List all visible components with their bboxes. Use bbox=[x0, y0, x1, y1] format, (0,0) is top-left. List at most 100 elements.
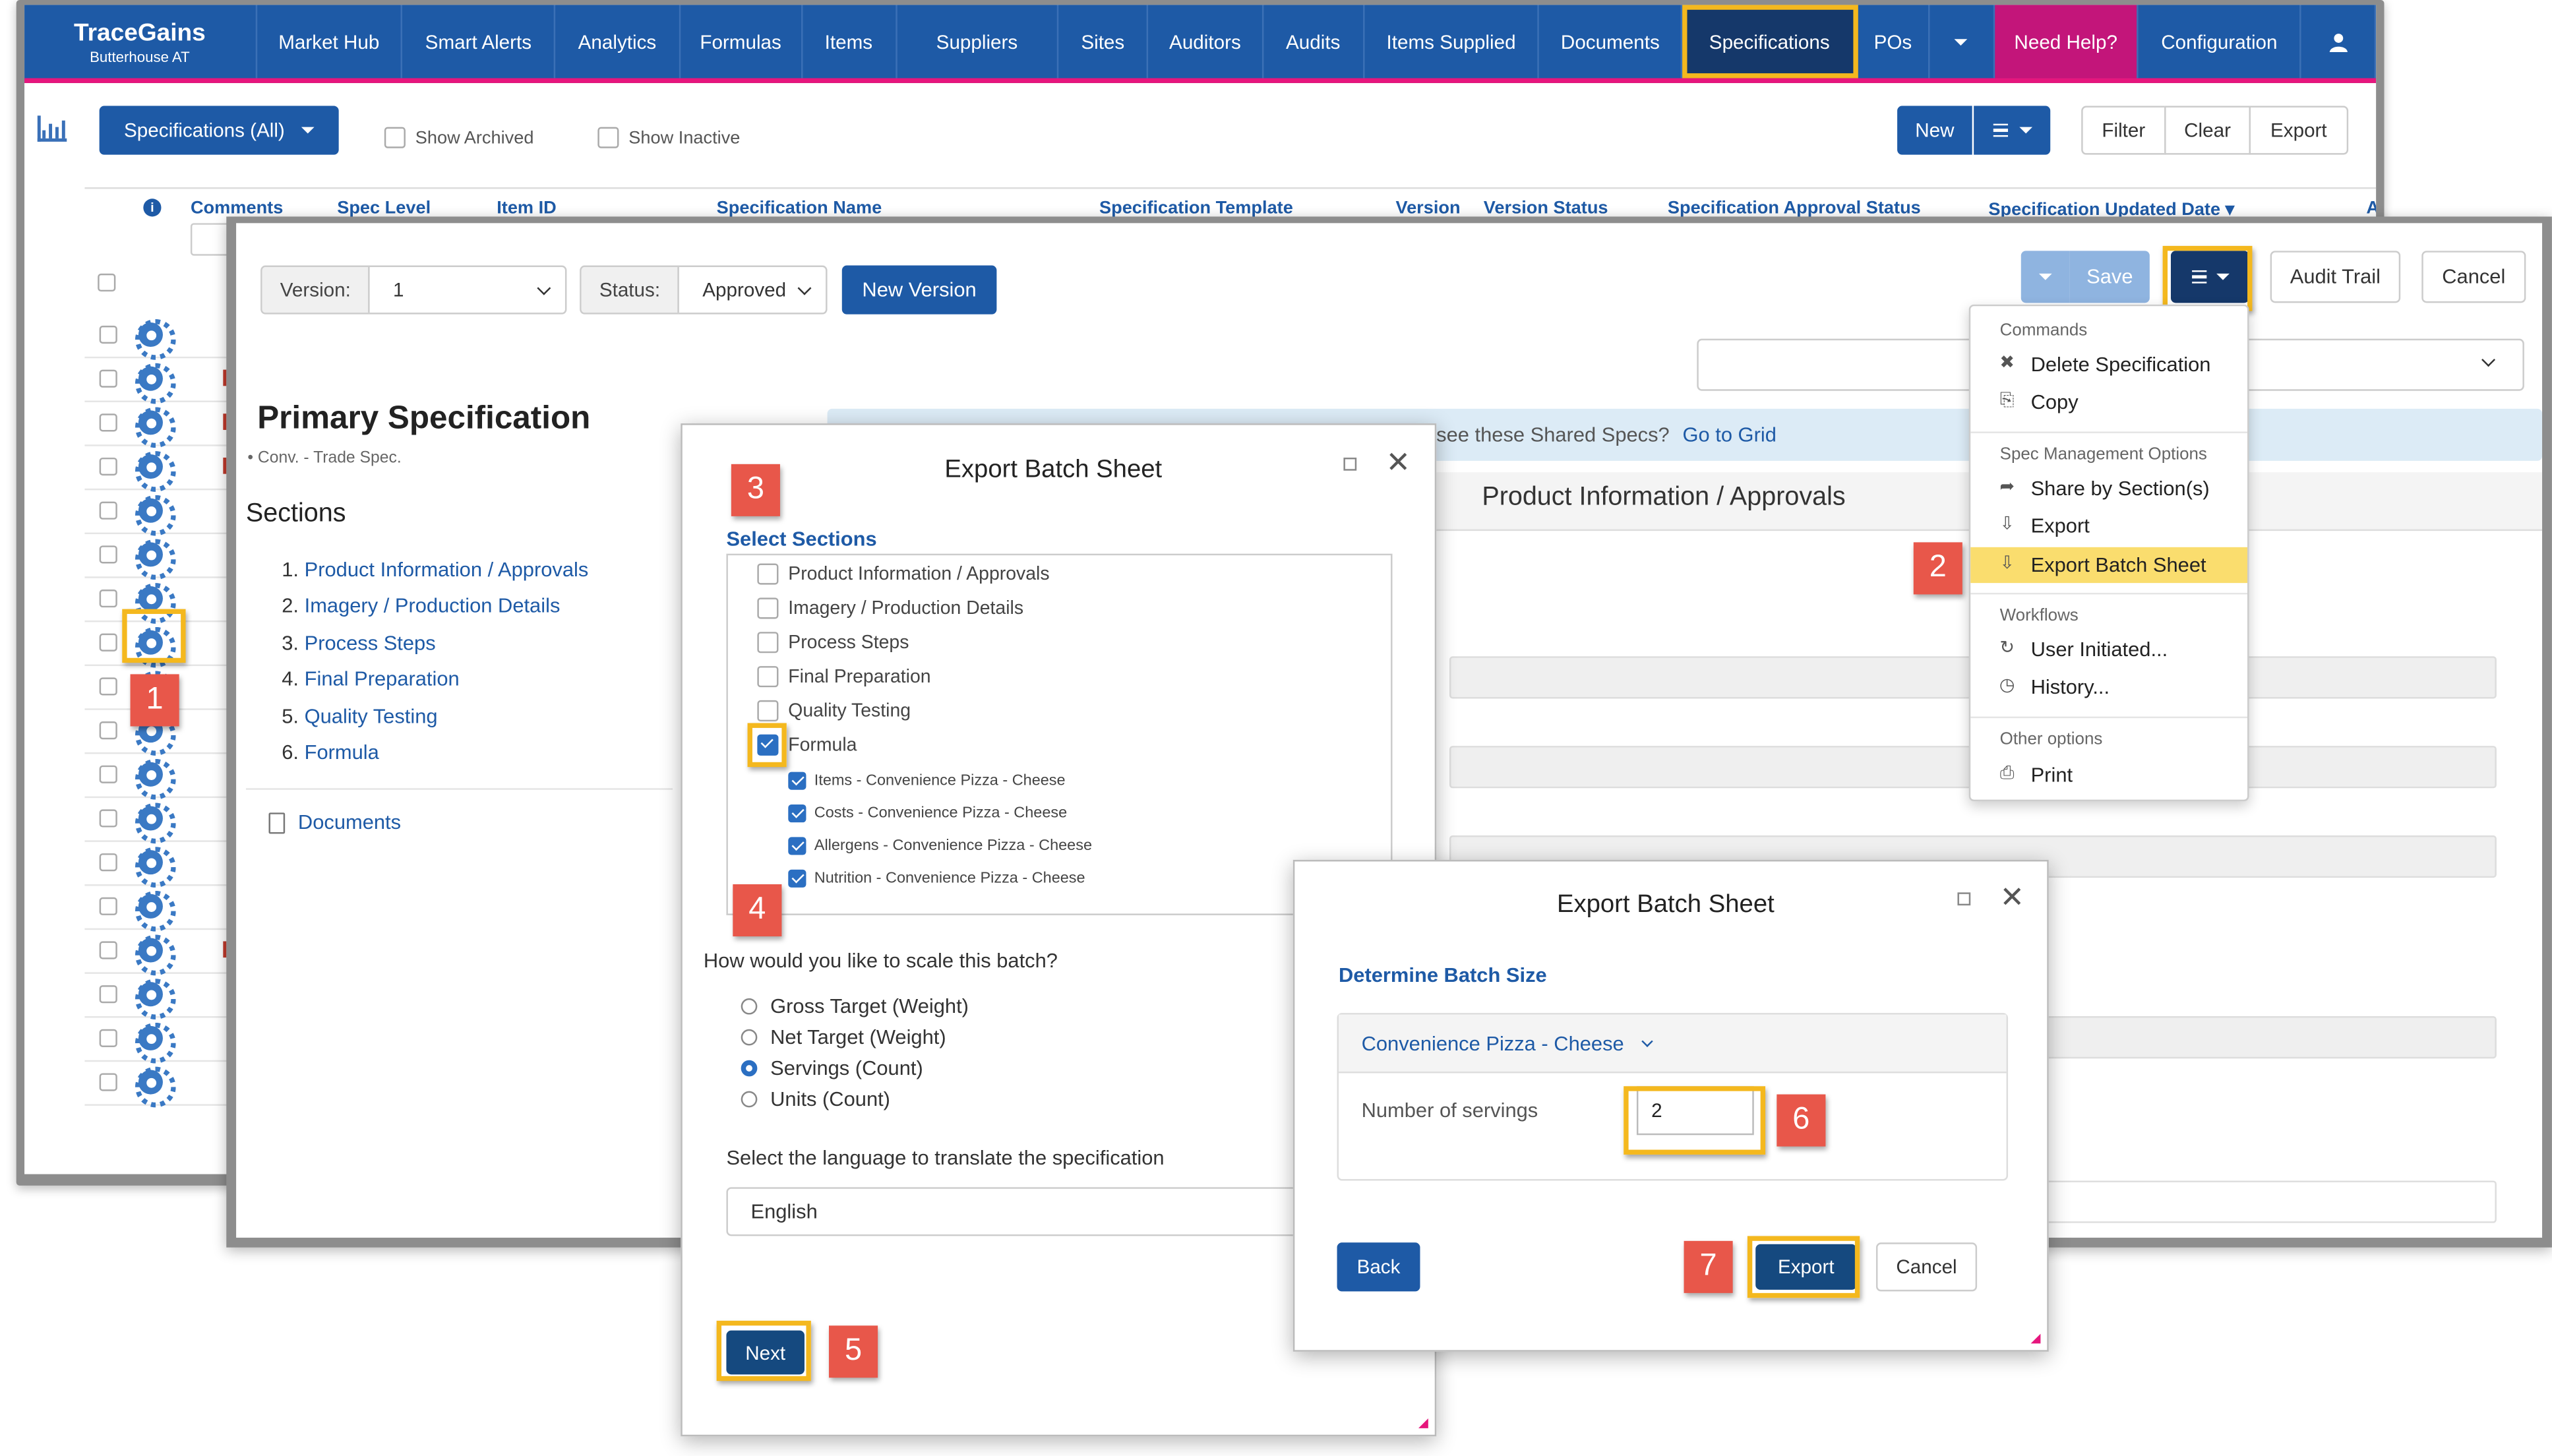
select-all-checkbox-box[interactable] bbox=[98, 273, 116, 292]
gear-icon[interactable] bbox=[135, 847, 176, 888]
go-to-grid-link[interactable]: Go to Grid bbox=[1682, 423, 1776, 446]
sub-checkbox-checked[interactable] bbox=[788, 772, 806, 790]
select-all-checkbox[interactable] bbox=[98, 270, 116, 299]
table-row[interactable] bbox=[84, 315, 231, 360]
column-item-id[interactable]: Item ID bbox=[497, 198, 557, 218]
menu-item-export-batch-sheet[interactable]: ⇩ Export Batch Sheet bbox=[1970, 547, 2248, 584]
nav-sites[interactable]: Sites bbox=[1059, 5, 1149, 78]
gear-icon[interactable] bbox=[135, 539, 176, 580]
new-options-button[interactable] bbox=[1974, 106, 2051, 155]
sub-checkbox-checked[interactable] bbox=[788, 869, 806, 888]
section-checkbox[interactable] bbox=[757, 597, 779, 619]
nav-formulas[interactable]: Formulas bbox=[681, 5, 803, 78]
row-checkbox[interactable] bbox=[99, 765, 117, 783]
section-option-quality-testing[interactable]: Quality Testing bbox=[757, 700, 911, 722]
show-archived-checkbox[interactable] bbox=[384, 127, 406, 148]
row-checkbox[interactable] bbox=[99, 633, 117, 652]
section-link-product-information[interactable]: 1. Product Information / Approvals bbox=[282, 559, 588, 595]
section-link-final-preparation[interactable]: 4. Final Preparation bbox=[282, 668, 588, 704]
table-row[interactable] bbox=[84, 446, 231, 492]
section-checkbox[interactable] bbox=[757, 700, 779, 722]
row-checkbox[interactable] bbox=[99, 545, 117, 564]
table-row[interactable] bbox=[84, 974, 231, 1019]
back-button[interactable]: Back bbox=[1337, 1242, 1420, 1292]
column-specification-name[interactable]: Specification Name bbox=[717, 198, 882, 218]
save-options-button[interactable] bbox=[2020, 251, 2070, 303]
resize-handle-icon[interactable] bbox=[2030, 1333, 2041, 1344]
version-selector[interactable]: Version: 1 bbox=[260, 265, 567, 315]
nav-auditors[interactable]: Auditors bbox=[1148, 5, 1264, 78]
new-version-button[interactable]: New Version bbox=[841, 265, 997, 315]
close-icon[interactable]: ✕ bbox=[2000, 883, 2024, 912]
status-selector[interactable]: Status: Approved bbox=[580, 265, 828, 315]
radio-button[interactable] bbox=[741, 998, 758, 1015]
gear-icon[interactable] bbox=[135, 890, 176, 932]
table-row[interactable] bbox=[84, 402, 231, 448]
column-approval-status[interactable]: Specification Approval Status bbox=[1668, 198, 1921, 218]
section-checkbox[interactable] bbox=[757, 632, 779, 653]
scale-option-servings[interactable]: Servings (Count) bbox=[741, 1057, 923, 1079]
radio-button-selected[interactable] bbox=[741, 1060, 758, 1077]
column-a[interactable]: A bbox=[2366, 198, 2376, 218]
sub-option-costs[interactable]: Costs - Convenience Pizza - Cheese bbox=[788, 804, 1067, 823]
maximize-icon[interactable] bbox=[1957, 892, 1971, 906]
nav-more-dropdown[interactable] bbox=[1929, 5, 1995, 78]
table-row[interactable] bbox=[84, 534, 231, 580]
sub-checkbox-checked[interactable] bbox=[788, 837, 806, 855]
row-checkbox[interactable] bbox=[99, 457, 117, 476]
table-row[interactable] bbox=[84, 842, 231, 888]
row-checkbox[interactable] bbox=[99, 413, 117, 432]
sub-checkbox-checked[interactable] bbox=[788, 804, 806, 823]
nav-user-profile[interactable] bbox=[2301, 5, 2377, 78]
nav-smart-alerts[interactable]: Smart Alerts bbox=[403, 5, 556, 78]
section-option-imagery[interactable]: Imagery / Production Details bbox=[757, 597, 1023, 619]
scale-option-units[interactable]: Units (Count) bbox=[741, 1088, 890, 1110]
nav-documents[interactable]: Documents bbox=[1540, 5, 1683, 78]
filter-button[interactable]: Filter bbox=[2081, 106, 2166, 155]
column-specification-template[interactable]: Specification Template bbox=[1099, 198, 1293, 218]
table-row[interactable] bbox=[84, 930, 231, 976]
section-link-quality-testing[interactable]: 5. Quality Testing bbox=[282, 704, 588, 741]
gear-icon[interactable] bbox=[135, 1022, 176, 1064]
radio-button[interactable] bbox=[741, 1029, 758, 1046]
menu-item-copy[interactable]: ⎘ Copy bbox=[1970, 384, 2247, 420]
radio-button[interactable] bbox=[741, 1091, 758, 1108]
specifications-filter-dropdown[interactable]: Specifications (All) bbox=[99, 106, 339, 155]
scale-option-net-target[interactable]: Net Target (Weight) bbox=[741, 1026, 946, 1048]
cancel-spec-button[interactable]: Cancel bbox=[2421, 251, 2526, 303]
column-comments[interactable]: Comments bbox=[191, 198, 283, 218]
column-version[interactable]: Version bbox=[1395, 198, 1460, 218]
table-row[interactable] bbox=[84, 754, 231, 800]
nav-market-hub[interactable]: Market Hub bbox=[257, 5, 403, 78]
section-link-process-steps[interactable]: 3. Process Steps bbox=[282, 632, 588, 668]
gear-icon[interactable] bbox=[135, 583, 176, 624]
sub-option-items[interactable]: Items - Convenience Pizza - Cheese bbox=[788, 772, 1066, 790]
section-option-final-preparation[interactable]: Final Preparation bbox=[757, 666, 931, 688]
show-inactive-checkbox[interactable] bbox=[597, 127, 619, 148]
section-link-formula[interactable]: 6. Formula bbox=[282, 741, 588, 777]
show-inactive-option[interactable]: Show Inactive bbox=[597, 127, 740, 148]
batch-item-header[interactable]: Convenience Pizza - Cheese bbox=[1339, 1014, 2007, 1074]
audit-trail-button[interactable]: Audit Trail bbox=[2270, 251, 2401, 303]
section-checkbox[interactable] bbox=[757, 666, 779, 688]
nav-items[interactable]: Items bbox=[803, 5, 897, 78]
gear-icon[interactable] bbox=[135, 979, 176, 1019]
export-list-button[interactable]: Export bbox=[2249, 106, 2349, 155]
table-row[interactable] bbox=[84, 886, 231, 932]
maximize-icon[interactable] bbox=[1343, 457, 1357, 471]
nav-items-supplied[interactable]: Items Supplied bbox=[1364, 5, 1540, 78]
cancel-button[interactable]: Cancel bbox=[1875, 1242, 1978, 1292]
save-button[interactable]: Save bbox=[2069, 251, 2150, 303]
gear-icon[interactable] bbox=[135, 495, 176, 536]
menu-item-user-initiated[interactable]: ↻ User Initiated... bbox=[1970, 632, 2247, 667]
info-icon[interactable]: i bbox=[143, 198, 162, 217]
menu-item-print[interactable]: ⎙ Print bbox=[1970, 757, 2247, 793]
nav-pos[interactable]: POs bbox=[1858, 5, 1929, 78]
show-archived-option[interactable]: Show Archived bbox=[384, 127, 533, 148]
sub-option-allergens[interactable]: Allergens - Convenience Pizza - Cheese bbox=[788, 837, 1092, 855]
nav-need-help[interactable]: Need Help? bbox=[1994, 5, 2139, 78]
gear-icon[interactable] bbox=[135, 407, 176, 448]
section-link-imagery[interactable]: 2. Imagery / Production Details bbox=[282, 595, 588, 631]
gear-icon[interactable] bbox=[135, 758, 176, 800]
row-checkbox[interactable] bbox=[99, 589, 117, 608]
